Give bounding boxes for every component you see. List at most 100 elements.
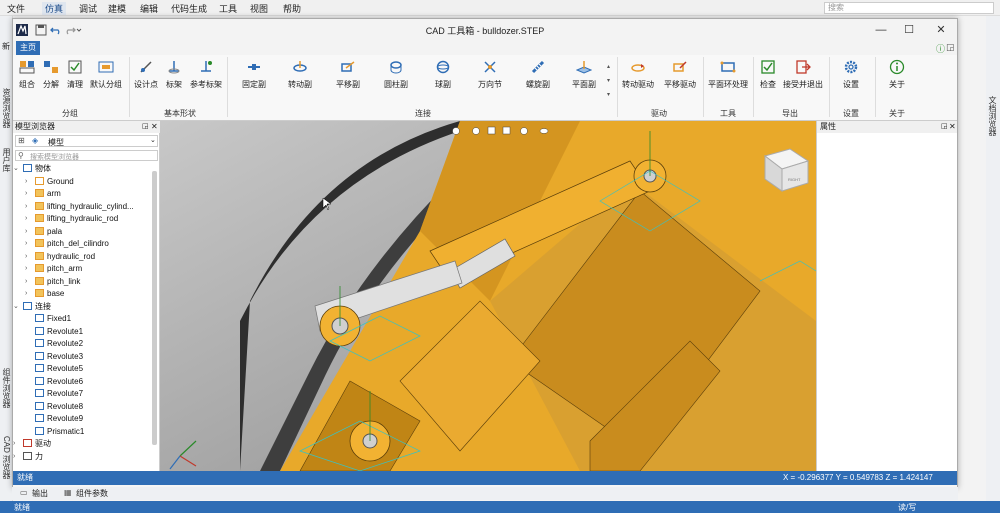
chevron-right-icon[interactable]: ›	[13, 438, 15, 450]
chevron-right-icon[interactable]: ›	[25, 226, 27, 238]
menu-edit[interactable]: 编辑	[137, 2, 161, 15]
planar-joint-button[interactable]: 平面副	[569, 59, 599, 90]
maximize-button[interactable]: ☐	[899, 22, 919, 38]
chevron-down-icon[interactable]: ⌄	[13, 301, 19, 313]
dock-cad-browser[interactable]: CAD 浏览器	[1, 436, 12, 479]
clean-button[interactable]: 清理	[65, 59, 85, 90]
3d-viewport[interactable]: RIGHT	[160, 121, 816, 471]
menu-help[interactable]: 帮助	[280, 2, 304, 15]
check-button[interactable]: 检查	[757, 59, 779, 90]
panel-close-icon[interactable]: ✕	[949, 121, 956, 133]
default-group-button[interactable]: 默认分组	[89, 59, 123, 90]
tree-item[interactable]: › pitch_del_cilindro	[25, 238, 109, 250]
menu-tools[interactable]: 工具	[216, 2, 240, 15]
spherical-joint-button[interactable]: 球副	[431, 59, 455, 90]
chevron-right-icon[interactable]: ›	[25, 238, 27, 250]
design-point-button[interactable]: 设计点	[133, 59, 159, 90]
tree-item[interactable]: › pala	[25, 226, 63, 238]
help-icon[interactable]: ⓘ	[936, 42, 945, 55]
menu-view[interactable]: 视图	[247, 2, 271, 15]
revolute-joint-button[interactable]: 转动副	[285, 59, 315, 90]
model-search-field[interactable]: ⚲ 搜索模型浏览器	[15, 150, 158, 161]
gallery-scroll-up-icon[interactable]: ▴	[607, 63, 610, 70]
universal-joint-button[interactable]: 万向节	[475, 59, 505, 90]
chevron-right-icon[interactable]: ›	[13, 451, 15, 463]
chevron-right-icon[interactable]: ›	[25, 276, 27, 288]
float-icon[interactable]: ◲	[142, 121, 149, 133]
chevron-right-icon[interactable]: ›	[25, 188, 27, 200]
fixed-joint-button[interactable]: 固定副	[239, 59, 269, 90]
tree-category[interactable]: › 驱动	[13, 438, 51, 450]
gallery-expand-icon[interactable]: ▾	[607, 91, 610, 98]
reference-frame-button[interactable]: 参考标架	[189, 59, 223, 90]
tree-item[interactable]: Revolute7	[31, 388, 83, 400]
menu-modeling[interactable]: 建模	[105, 2, 129, 15]
tree-item-label: pala	[47, 226, 63, 236]
cylindrical-joint-button[interactable]: 圆柱副	[381, 59, 411, 90]
frame-button[interactable]: 标架	[163, 59, 185, 90]
about-button[interactable]: 关于	[885, 59, 909, 90]
tree-item[interactable]: Revolute5	[31, 363, 83, 375]
chevron-right-icon[interactable]: ›	[25, 213, 27, 225]
accept-exit-button[interactable]: 接受并退出	[783, 59, 823, 90]
tree-category[interactable]: › 力	[13, 451, 43, 463]
menu-debug[interactable]: 调试	[76, 2, 100, 15]
gallery-scroll-down-icon[interactable]: ▾	[607, 77, 610, 84]
combine-button[interactable]: 组合	[17, 59, 37, 90]
tree-item-label: hydraulic_rod	[47, 251, 96, 261]
chevron-right-icon[interactable]: ›	[25, 288, 27, 300]
tree-item[interactable]: Revolute1	[31, 326, 83, 338]
rotational-drive-button[interactable]: 转动驱动	[621, 59, 655, 90]
tree-item[interactable]: Prismatic1	[31, 426, 84, 438]
universal-joint-icon	[484, 61, 496, 73]
float-icon[interactable]: ◲	[941, 121, 948, 133]
tree-item[interactable]: › hydraulic_rod	[25, 251, 96, 263]
tab-home[interactable]: 主页	[16, 41, 40, 55]
info-icon	[889, 59, 905, 75]
tree-item[interactable]: Revolute2	[31, 338, 83, 350]
dock-resource-browser[interactable]: 资源浏览器	[1, 88, 12, 128]
prismatic-joint-button[interactable]: 平移副	[333, 59, 363, 90]
settings-button[interactable]: 设置	[839, 59, 863, 90]
split-button[interactable]: 分解	[41, 59, 61, 90]
chevron-right-icon[interactable]: ›	[25, 176, 27, 188]
chevron-right-icon[interactable]: ›	[25, 263, 27, 275]
tree-item[interactable]: › base	[25, 288, 64, 300]
tab-component-params[interactable]: 组件参数	[76, 488, 108, 499]
menu-codegen[interactable]: 代码生成	[168, 2, 210, 15]
tree-category[interactable]: ⌄ 连接	[13, 301, 51, 313]
screw-joint-button[interactable]: 螺旋副	[523, 59, 553, 90]
add-icon[interactable]: ⊞	[18, 136, 25, 145]
close-button[interactable]: ✕	[931, 22, 951, 38]
chevron-right-icon[interactable]: ›	[25, 251, 27, 263]
tree-item[interactable]: › lifting_hydraulic_rod	[25, 213, 118, 225]
tree-item[interactable]: Revolute9	[31, 413, 83, 425]
tree-item[interactable]: › lifting_hydraulic_cylind...	[25, 201, 134, 213]
model-selector[interactable]: ⊞ ◈ 模型 ⌄	[15, 135, 158, 147]
tree-item[interactable]: Revolute6	[31, 376, 83, 388]
tree-item[interactable]: Fixed1	[31, 313, 71, 325]
tab-output[interactable]: 输出	[32, 488, 48, 499]
split-icon	[44, 61, 58, 73]
tree-scrollbar[interactable]	[152, 171, 157, 445]
menu-simulation[interactable]: 仿真	[42, 2, 67, 15]
chevron-right-icon[interactable]: ›	[25, 201, 27, 213]
tree-item[interactable]: Revolute3	[31, 351, 83, 363]
dock-component-browser[interactable]: 组件浏览器	[1, 368, 12, 408]
tree-item[interactable]: › pitch_link	[25, 276, 80, 288]
minimize-button[interactable]: —	[871, 22, 891, 38]
tree-item[interactable]: › Ground	[25, 176, 74, 188]
translational-drive-button[interactable]: 平移驱动	[663, 59, 697, 90]
chevron-down-icon[interactable]: ⌄	[13, 163, 19, 175]
tree-item[interactable]: Revolute8	[31, 401, 83, 413]
menu-file[interactable]: 文件	[4, 2, 28, 15]
dock-user-library[interactable]: 用户库	[1, 148, 12, 172]
outer-search-input[interactable]: 搜索	[824, 2, 994, 14]
panel-close-icon[interactable]: ✕	[151, 121, 158, 133]
float-panel-icon[interactable]: ◲	[946, 42, 955, 53]
tree-category[interactable]: ⌄ 物体	[13, 163, 51, 175]
tree-item[interactable]: › arm	[25, 188, 61, 200]
dock-doc-browser[interactable]: 文档浏览器	[987, 96, 998, 136]
planar-loop-button[interactable]: 平面环处理	[707, 59, 749, 90]
tree-item[interactable]: › pitch_arm	[25, 263, 82, 275]
